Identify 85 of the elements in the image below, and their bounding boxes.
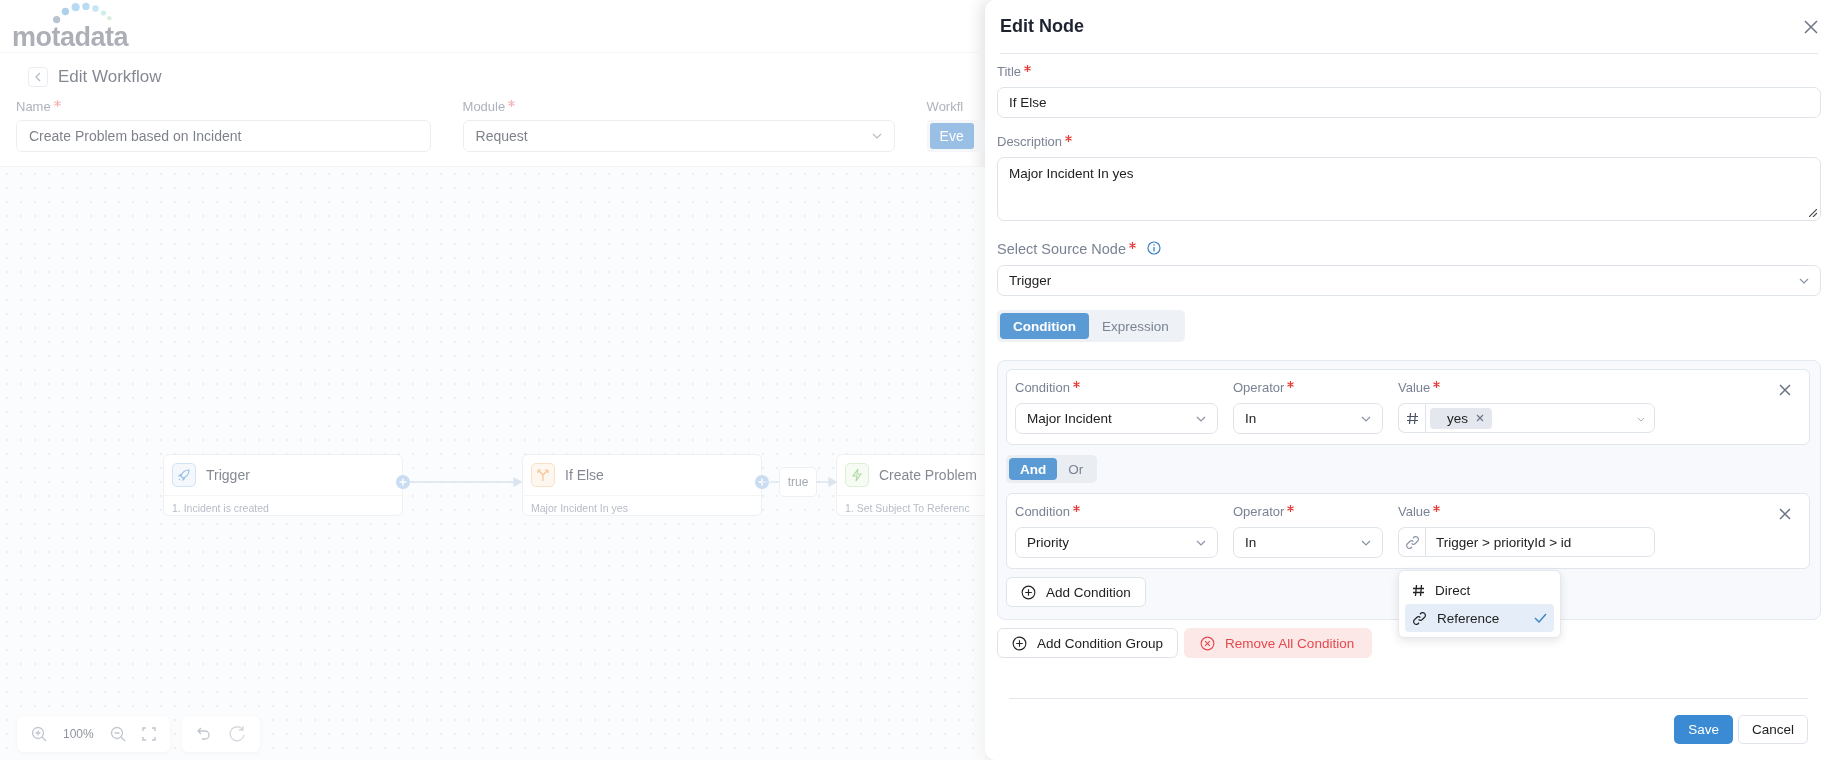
required-mark-icon	[1072, 381, 1080, 388]
close-icon[interactable]	[1804, 19, 1818, 34]
field-label: Workfl	[926, 99, 965, 114]
module-select[interactable]: Request	[462, 120, 895, 152]
panel-title: Edit Node	[1000, 16, 1084, 37]
operator-select[interactable]: In	[1233, 527, 1383, 558]
required-mark-icon	[1433, 381, 1441, 388]
node-title: If Else	[565, 467, 604, 483]
add-handle-icon[interactable]	[396, 475, 410, 489]
logo-text: motadata	[12, 24, 129, 51]
description-text-area[interactable]: Major Incident In yes	[997, 157, 1821, 221]
field-label: Operator	[1233, 380, 1285, 395]
fullscreen-icon[interactable]	[141, 727, 156, 741]
zoom-in-icon[interactable]	[31, 726, 47, 742]
chevron-down-icon	[1799, 277, 1809, 284]
required-mark-icon	[1287, 505, 1295, 512]
check-icon	[1534, 613, 1547, 623]
undo-icon[interactable]	[195, 726, 212, 742]
add-condition-button[interactable]: Add Condition	[1006, 577, 1146, 607]
add-handle-icon[interactable]	[755, 475, 769, 489]
menu-item[interactable]: Reference	[1405, 604, 1554, 632]
workflow-node[interactable]: Trigger 1. Incident is created	[163, 454, 403, 516]
bolt-icon	[849, 468, 864, 482]
redo-icon[interactable]	[227, 725, 246, 743]
link-icon	[1404, 534, 1420, 550]
node-title: Create Problem	[878, 467, 977, 483]
operator-select[interactable]: In	[1233, 403, 1383, 434]
add-condition-group-button[interactable]: Add Condition Group	[997, 628, 1179, 658]
chevron-left-icon	[34, 72, 42, 82]
field-label: Condition	[1015, 380, 1070, 395]
connector-arrow	[816, 477, 837, 487]
close-icon[interactable]	[1779, 508, 1791, 520]
menu-item[interactable]: Direct	[1405, 576, 1554, 604]
field-label: Value	[1398, 380, 1431, 395]
field-label: Select Source Node	[997, 241, 1126, 257]
remove-tag-icon[interactable]	[1476, 414, 1484, 422]
required-mark-icon	[1433, 505, 1441, 512]
info-icon[interactable]	[1146, 241, 1161, 255]
plus-circle-icon	[1012, 635, 1027, 651]
value-mode-button[interactable]	[1398, 403, 1425, 433]
field-label: Name	[16, 99, 51, 114]
save-button[interactable]: Save	[1674, 715, 1733, 744]
field-label: Value	[1398, 504, 1431, 519]
zoom-level: 100%	[63, 727, 94, 741]
edge-label: true	[779, 467, 817, 497]
chevron-down-icon	[871, 133, 882, 139]
workflow-node[interactable]: If Else Major Incident In yes	[522, 454, 762, 516]
chevron-down-icon	[1196, 415, 1206, 422]
field-label: Condition	[1015, 504, 1070, 519]
field-label: Operator	[1233, 504, 1285, 519]
branch-icon	[536, 468, 550, 482]
x-circle-icon	[1200, 635, 1216, 651]
condition-select[interactable]: Major Incident	[1015, 403, 1218, 434]
back-button[interactable]	[28, 67, 48, 87]
hash-icon	[1412, 583, 1425, 597]
condition-select[interactable]: Priority	[1015, 527, 1218, 558]
name-input-field[interactable]: Create Problem based on Incident	[16, 120, 431, 152]
plus-circle-icon	[1021, 584, 1036, 600]
title-input-field[interactable]: If Else	[997, 87, 1821, 118]
chevron-down-icon	[1196, 539, 1206, 546]
required-mark-icon	[1072, 505, 1080, 512]
chevron-down-icon	[1361, 415, 1371, 422]
node-subtitle: 1. Incident is created	[171, 501, 270, 516]
hash-icon	[1405, 411, 1419, 425]
resize-handle-icon[interactable]	[1809, 209, 1817, 217]
required-mark-icon	[1287, 381, 1295, 388]
node-subtitle: Major Incident In yes	[530, 501, 629, 516]
workflow-node[interactable]: Create Problem 1. Set Subject To Referenc	[836, 454, 985, 516]
rocket-icon	[177, 468, 191, 482]
reference-input-field[interactable]: Trigger > priorityId > id	[1425, 527, 1655, 557]
page-title: Edit Workflow	[58, 67, 162, 87]
chevron-down-icon	[1361, 539, 1371, 546]
source-node-select[interactable]: Trigger	[997, 265, 1821, 296]
field-label: Description	[997, 134, 1063, 149]
chevron-down-icon	[1637, 417, 1645, 422]
mode-tab[interactable]: Expression	[1089, 313, 1182, 339]
value-tag-select[interactable]: yes	[1425, 403, 1655, 433]
link-icon	[1412, 610, 1427, 626]
field-label: Module	[462, 99, 506, 114]
node-title: Trigger	[206, 467, 250, 483]
field-label: Title	[997, 64, 1022, 79]
cancel-button[interactable]: Cancel	[1737, 715, 1808, 744]
node-subtitle: 1. Set Subject To Referenc	[844, 501, 971, 516]
zoom-out-icon[interactable]	[109, 726, 126, 742]
close-icon[interactable]	[1779, 384, 1791, 396]
